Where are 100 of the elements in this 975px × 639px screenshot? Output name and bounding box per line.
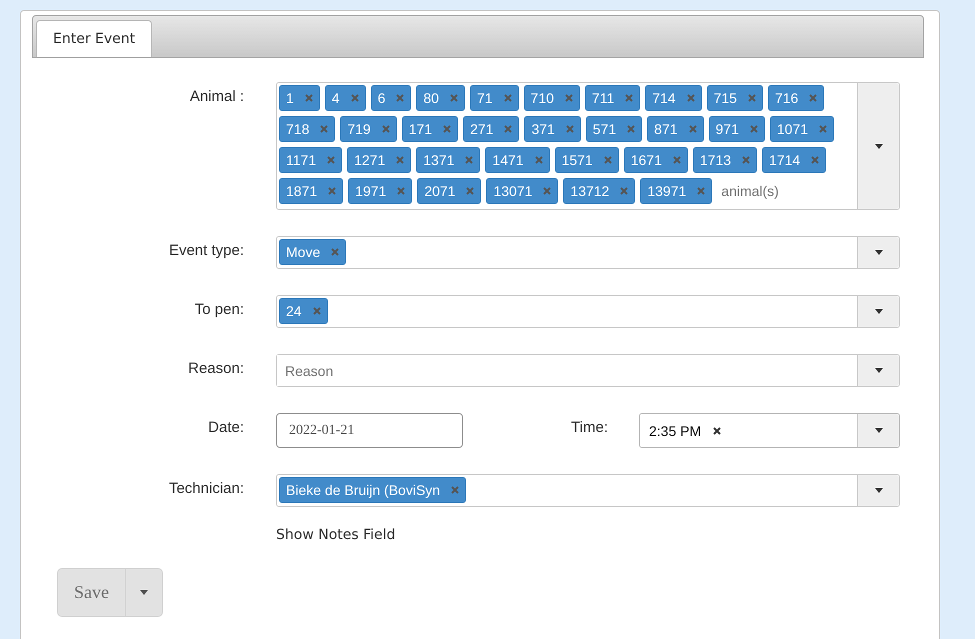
remove-icon[interactable] [688,125,697,133]
remove-icon[interactable] [504,94,512,102]
select-field[interactable]: Move [276,236,900,269]
remove-icon[interactable] [742,156,750,164]
remove-icon[interactable] [504,125,512,133]
remove-icon[interactable] [564,94,573,102]
caret-icon [874,428,882,433]
animal-tag: 711 [584,85,640,111]
caret-icon [874,309,882,314]
animal-tag: 13712 [563,178,636,204]
remove-icon[interactable] [809,94,818,102]
field-label: Technician: [168,479,244,497]
animal-tag: 710 [524,85,580,111]
field-label: Reason: [187,359,244,377]
animal-tag: 1671 [624,147,688,173]
animal-tag: 4 [324,85,366,111]
dropdown-button[interactable] [857,83,899,209]
date-field[interactable]: 2022-01-21 [276,413,463,448]
remove-icon[interactable] [625,94,634,102]
remove-icon[interactable] [312,307,321,315]
field-label: Event type: [168,241,244,259]
remove-icon[interactable] [304,94,313,102]
animal-tag: 1 [279,85,320,111]
show-notes-link[interactable]: Show Notes Field [276,527,396,543]
animal-tag: 571 [586,116,642,142]
caret-icon [874,250,882,255]
animal-tag: 1713 [692,147,758,173]
remove-icon[interactable] [466,187,474,195]
animal-tag: 1471 [485,147,550,173]
time-select[interactable]: 2:35 PM [639,413,900,448]
remove-icon[interactable] [396,156,404,164]
clear-icon[interactable] [713,426,722,434]
time-value: 2:35 PM [649,422,702,438]
remove-icon[interactable] [443,125,452,133]
selected-tag: Move [279,239,346,265]
animal-tag: 1071 [770,116,834,142]
remove-icon[interactable] [819,125,828,133]
remove-icon[interactable] [328,187,336,195]
select-field[interactable]: 24 [276,295,900,328]
animal-tag: 1571 [554,147,619,173]
remove-icon[interactable] [327,156,336,164]
animal-tag: 171 [402,116,458,142]
tab[interactable]: Enter Event [36,20,152,57]
remove-icon[interactable] [750,125,758,133]
caret-icon [874,144,882,148]
remove-icon[interactable] [320,125,328,133]
remove-icon[interactable] [672,156,681,164]
animal-tag: 1871 [279,178,344,204]
dropdown-button[interactable] [857,237,899,268]
dropdown-button[interactable] [857,355,899,386]
animal-tag: 718 [279,116,336,142]
remove-icon[interactable] [543,187,552,195]
animal-tag: 1271 [347,147,412,173]
animal-tag: 13971 [640,178,712,204]
remove-icon[interactable] [350,94,359,102]
remove-icon[interactable] [627,125,636,133]
caret-icon [874,368,882,373]
remove-icon[interactable] [450,94,458,102]
remove-icon[interactable] [396,94,404,102]
animal-tag: 719 [340,116,397,142]
remove-icon[interactable] [620,187,628,195]
animal-tag: 971 [708,116,765,142]
remove-icon[interactable] [748,94,756,102]
animal-tag: 1171 [279,147,342,173]
animal-tag: 13071 [486,178,558,204]
remove-icon[interactable] [465,156,474,164]
select-field[interactable]: Bieke de Bruijn (BoviSyn [276,474,900,507]
animal-tag: 80 [416,85,465,111]
animal-tag: 2071 [417,178,482,204]
field-label: To pen: [194,300,244,318]
field-label: Animal : [188,87,244,105]
caret-icon [874,488,882,493]
field-label: Date: [207,418,244,436]
animal-tag: 715 [706,85,763,111]
dropdown-button[interactable] [857,296,899,327]
animal-tag: 371 [524,116,581,142]
remove-icon[interactable] [451,486,460,494]
caret-icon [140,590,148,595]
animal-tag: 1971 [348,178,412,204]
field-label: Time: [570,418,608,436]
animal-tag: 1371 [416,147,480,173]
dropdown-button[interactable] [857,475,899,506]
remove-icon[interactable] [811,156,820,164]
remove-icon[interactable] [331,248,340,256]
selected-tag: 24 [279,298,328,324]
animal-tag: 6 [370,85,412,111]
animal-select[interactable]: 1 4 6 80 71 710 711 714 715 716 718 719 171 271 371 571 871 971 1071 1171 1271 1371 1471 1571 1671 1713 1714 1871 1971 2071 13071 13712 13971 animal(s) [276,82,900,210]
remove-icon[interactable] [604,156,612,164]
animal-tag: 271 [463,116,520,142]
animal-tag: 71 [470,85,519,111]
remove-icon[interactable] [382,125,390,133]
dropdown-button[interactable] [857,414,899,447]
remove-icon[interactable] [534,156,543,164]
remove-icon[interactable] [697,187,706,195]
animal-tag: 871 [647,116,704,142]
animal-tag: 1714 [762,147,826,173]
remove-icon[interactable] [686,94,695,102]
remove-icon[interactable] [566,125,574,133]
remove-icon[interactable] [397,187,406,195]
selected-tag: Bieke de Bruijn (BoviSyn [279,477,466,503]
